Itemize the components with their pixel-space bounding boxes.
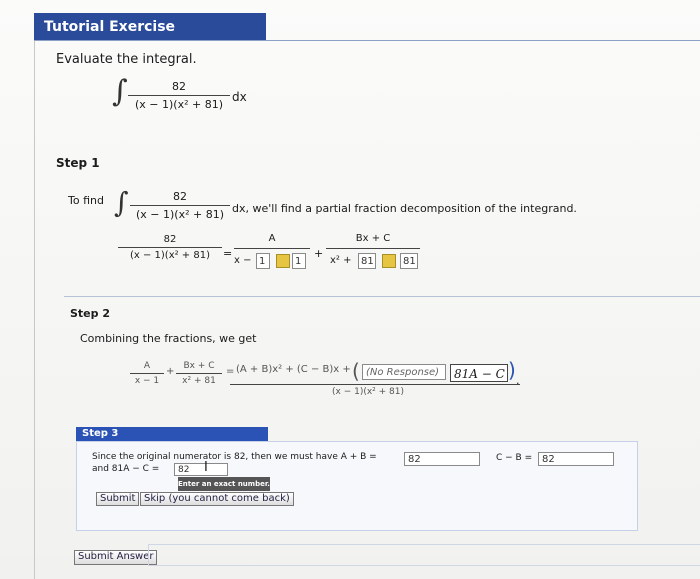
text-cursor-icon: I xyxy=(204,460,208,475)
ab-sum-input[interactable]: 82 xyxy=(404,452,480,466)
step1-sentence: dx, we'll find a partial fraction decomp… xyxy=(232,202,577,215)
fraction-bar xyxy=(130,205,230,206)
cb-input[interactable]: 82 xyxy=(538,452,614,466)
step2-f1-numerator: A xyxy=(143,361,151,371)
step-divider xyxy=(64,296,700,297)
step1-numerator: 82 xyxy=(173,190,187,203)
fraction-bar xyxy=(176,373,222,374)
prompt-fraction: 82 (x − 1)(x² + 81) xyxy=(128,80,230,111)
integral-sign-icon: ∫ xyxy=(112,74,128,109)
step1-denominator: (x − 1)(x² + 81) xyxy=(135,208,224,221)
step2-f2-numerator: Bx + C xyxy=(183,361,215,371)
handwritten-answer: 81A − C xyxy=(450,364,508,382)
fraction-bar xyxy=(130,373,164,374)
pf-a-input[interactable]: 1 xyxy=(256,253,270,269)
step3-line2: and 81A − C = xyxy=(92,464,160,474)
fraction-bar xyxy=(118,247,222,248)
pf-a-answer: 1 xyxy=(292,253,306,269)
skip-step-button[interactable]: Skip (you cannot come back) xyxy=(140,492,294,506)
pf-lhs-numerator: 82 xyxy=(163,234,177,245)
step3-label: Step 3 xyxy=(76,427,268,441)
pf-lhs-fraction: 82 (x − 1)(x² + 81) xyxy=(118,234,222,261)
fraction-bar xyxy=(230,384,520,385)
step2-period: . xyxy=(516,374,520,387)
check-icon xyxy=(276,254,290,268)
open-paren: ( xyxy=(352,359,360,383)
pf-b-input[interactable]: 81 xyxy=(358,253,376,269)
step2-label: Step 2 xyxy=(70,307,110,320)
submit-step-button[interactable]: Submit xyxy=(96,492,140,506)
pf-b-numerator: Bx + C xyxy=(355,233,391,244)
fraction-bar xyxy=(128,95,230,96)
ac-input[interactable]: 82 xyxy=(174,463,228,476)
input-tooltip: Enter an exact number. xyxy=(178,477,270,491)
pf-b-den-prefix: x² + xyxy=(330,255,352,266)
pf-equals: = xyxy=(223,247,233,260)
step2-plus: + xyxy=(166,366,175,377)
step2-rhs-denominator: (x − 1)(x² + 81) xyxy=(332,387,405,397)
tutorial-page: Tutorial Exercise Evaluate the integral.… xyxy=(0,0,700,579)
prompt-dx: dx xyxy=(232,90,247,104)
pf-plus: + xyxy=(314,247,324,260)
pf-a-den-prefix: x − xyxy=(234,255,252,266)
step1-fraction: 82 (x − 1)(x² + 81) xyxy=(130,190,230,221)
step2-f1-denominator: x − 1 xyxy=(134,376,160,386)
prompt-denominator: (x − 1)(x² + 81) xyxy=(134,98,223,111)
close-paren: ) xyxy=(508,358,516,382)
check-icon xyxy=(382,254,396,268)
integral-sign-icon: ∫ xyxy=(114,186,129,219)
step2-f2-denominator: x² + 81 xyxy=(182,376,216,386)
page-title: Tutorial Exercise xyxy=(34,13,266,41)
step3-text: Since the original numerator is 82, then… xyxy=(92,452,377,462)
fraction-bar xyxy=(234,248,310,249)
footer-panel xyxy=(148,544,700,566)
pf-a-numerator: A xyxy=(268,233,276,244)
submit-answer-button[interactable]: Submit Answer xyxy=(74,550,158,565)
pf-lhs-denominator: (x − 1)(x² + 81) xyxy=(129,250,210,261)
fraction-bar xyxy=(326,248,420,249)
step1-to-find: To find xyxy=(68,194,104,207)
step2-equals: = xyxy=(226,366,235,377)
step2-f1: A x − 1 xyxy=(130,361,164,386)
step2-rhs-numerator: (A + B)x² + (C − B)x + xyxy=(236,364,351,375)
step2-f2: Bx + C x² + 81 xyxy=(176,361,222,386)
no-response-input[interactable]: (No Response) xyxy=(362,364,446,380)
pf-b-answer: 81 xyxy=(400,253,418,269)
step1-label: Step 1 xyxy=(56,156,100,170)
cb-label: C − B = xyxy=(496,453,533,463)
prompt-text: Evaluate the integral. xyxy=(56,52,197,67)
prompt-numerator: 82 xyxy=(172,80,186,93)
step2-text: Combining the fractions, we get xyxy=(80,332,257,345)
